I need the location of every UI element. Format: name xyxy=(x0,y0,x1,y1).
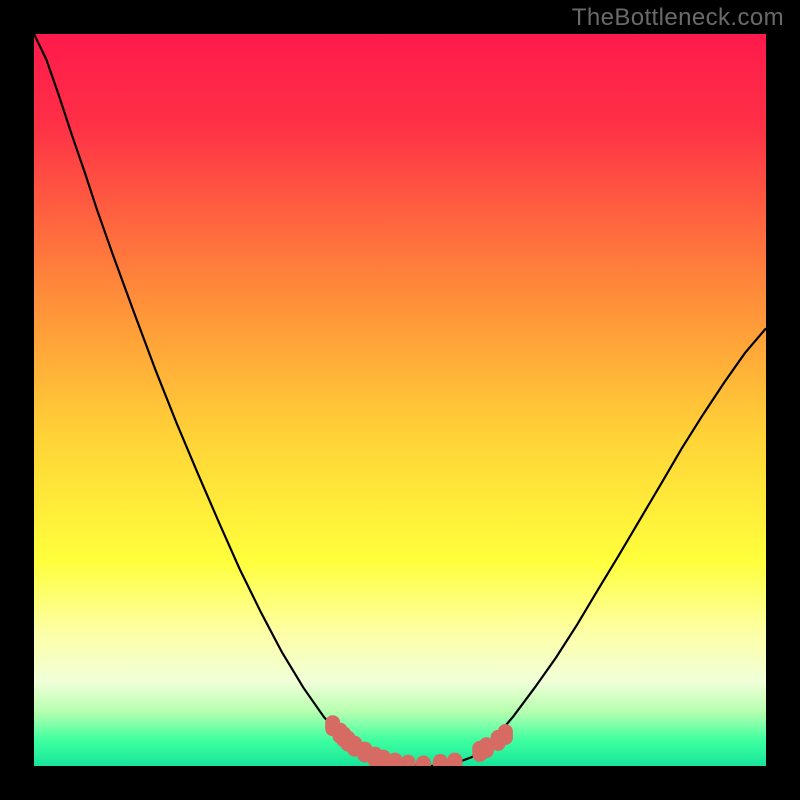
curve-line xyxy=(34,34,766,766)
marker-point xyxy=(433,755,447,767)
marker-point xyxy=(498,725,512,745)
bottleneck-curve xyxy=(34,34,766,766)
watermark-label: TheBottleneck.com xyxy=(572,4,784,32)
plot-area xyxy=(34,34,766,766)
marker-point xyxy=(388,753,402,766)
marker-point xyxy=(448,753,462,766)
outer-frame: TheBottleneck.com xyxy=(0,0,800,800)
marker-point xyxy=(401,755,415,766)
highlight-markers xyxy=(326,716,513,766)
marker-point xyxy=(416,756,430,766)
